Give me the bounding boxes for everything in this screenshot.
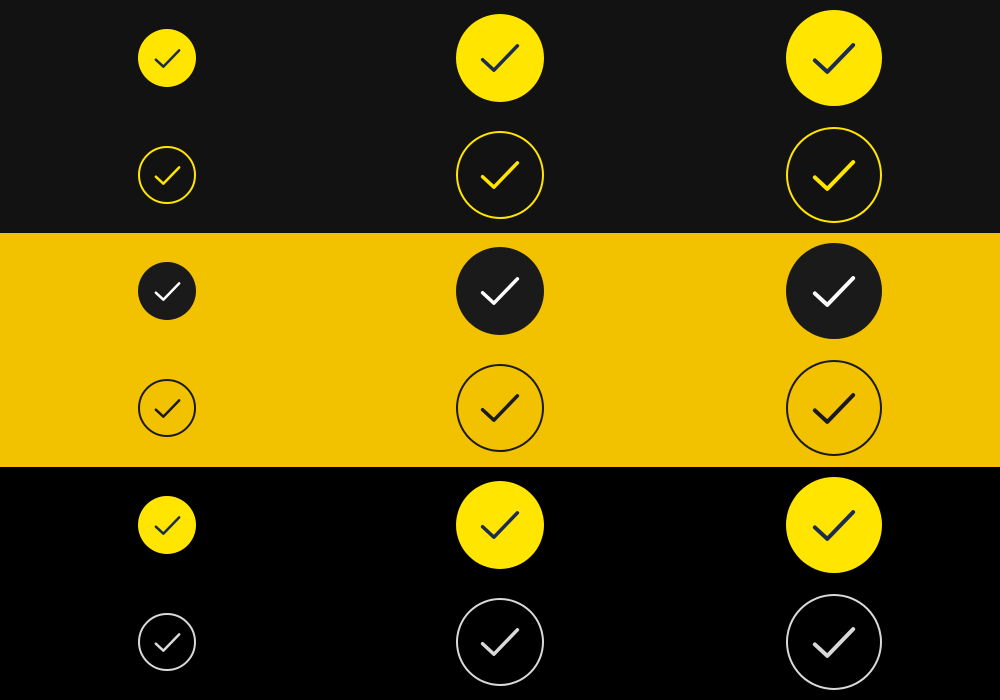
checkmark-icon	[480, 394, 520, 422]
checkmark-stroke	[154, 398, 180, 418]
checkmark-stroke	[154, 632, 180, 652]
check-circle-filled-icon	[456, 481, 544, 569]
checkmark-icon	[480, 277, 520, 305]
checkmark-icon	[154, 281, 180, 301]
checkmark-icon	[812, 509, 856, 541]
checkmark-icon	[812, 392, 856, 424]
checkmark-icon	[480, 628, 520, 656]
checkmark-stroke	[812, 509, 856, 541]
checkmark-icon	[154, 165, 180, 185]
checkmark-icon	[812, 42, 856, 74]
check-circle-filled-icon	[786, 477, 882, 573]
checkmark-stroke	[480, 511, 520, 539]
checkmark-stroke	[812, 159, 856, 191]
checkmark-stroke	[812, 392, 856, 424]
yellow-band-row-outline	[0, 350, 1000, 466]
check-circle-outline-icon	[456, 598, 544, 686]
check-circle-outline-icon	[456, 364, 544, 452]
check-circle-filled-icon	[456, 14, 544, 102]
dark-band	[0, 0, 1000, 233]
check-circle-outline-icon	[786, 127, 882, 223]
check-circle-outline-icon	[138, 613, 196, 671]
checkmark-icon	[812, 626, 856, 658]
check-circle-outline-icon	[138, 146, 196, 204]
checkmark-stroke	[154, 48, 180, 68]
yellow-band	[0, 233, 1000, 467]
checkmark-icon	[480, 44, 520, 72]
checkmark-stroke	[154, 515, 180, 535]
check-circle-outline-icon	[138, 379, 196, 437]
checkmark-stroke	[154, 165, 180, 185]
checkmark-icon	[154, 48, 180, 68]
checkmark-stroke	[480, 394, 520, 422]
check-circle-filled-icon	[138, 29, 196, 87]
black-band	[0, 467, 1000, 700]
checkmark-stroke	[480, 277, 520, 305]
check-circle-filled-icon	[138, 262, 196, 320]
check-circle-filled-icon	[138, 496, 196, 554]
checkmark-stroke	[812, 626, 856, 658]
black-band-row-filled	[0, 467, 1000, 583]
checkmark-icon	[480, 511, 520, 539]
checkmark-icon	[480, 161, 520, 189]
checkmark-stroke	[480, 161, 520, 189]
black-band-row-outline	[0, 584, 1000, 700]
check-circle-outline-icon	[456, 131, 544, 219]
checkmark-stroke	[812, 275, 856, 307]
checkmark-icon	[812, 159, 856, 191]
dark-band-row-outline	[0, 117, 1000, 233]
checkmark-icon	[154, 515, 180, 535]
yellow-band-row-filled	[0, 233, 1000, 349]
checkmark-icon	[154, 398, 180, 418]
check-circle-filled-icon	[786, 10, 882, 106]
checkmark-stroke	[480, 628, 520, 656]
checkmark-icon	[154, 632, 180, 652]
dark-band-row-filled	[0, 0, 1000, 116]
checkmark-stroke	[154, 281, 180, 301]
check-circle-filled-icon	[786, 243, 882, 339]
check-circle-outline-icon	[786, 594, 882, 690]
checkmark-stroke	[480, 44, 520, 72]
check-circle-outline-icon	[786, 360, 882, 456]
checkmark-icon	[812, 275, 856, 307]
checkmark-stroke	[812, 42, 856, 74]
check-circle-filled-icon	[456, 247, 544, 335]
